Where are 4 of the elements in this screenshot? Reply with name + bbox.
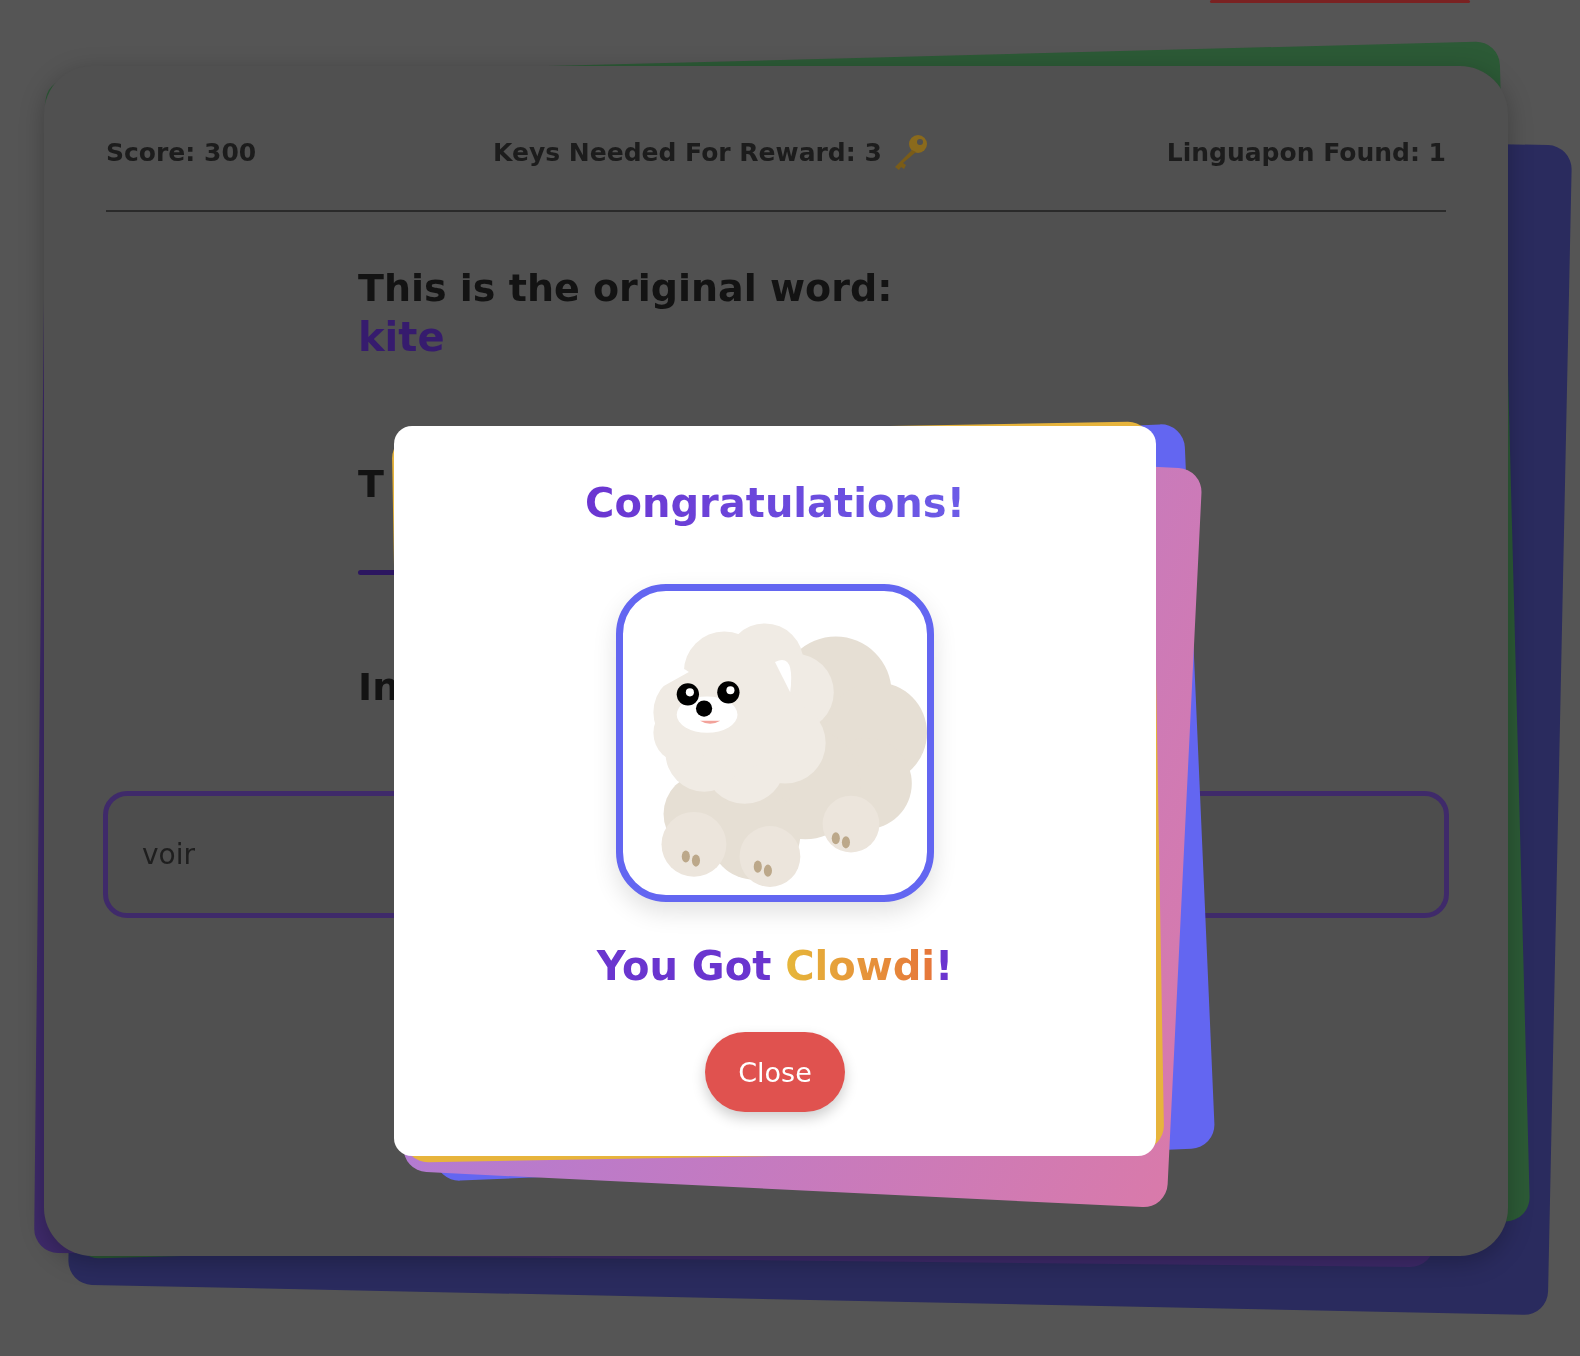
prompt-heading: This is the original word: [358, 265, 893, 312]
reward-message: You Got Clowdi! [596, 942, 954, 991]
close-button[interactable]: Close [705, 1032, 845, 1112]
translation-heading: T [358, 461, 384, 508]
